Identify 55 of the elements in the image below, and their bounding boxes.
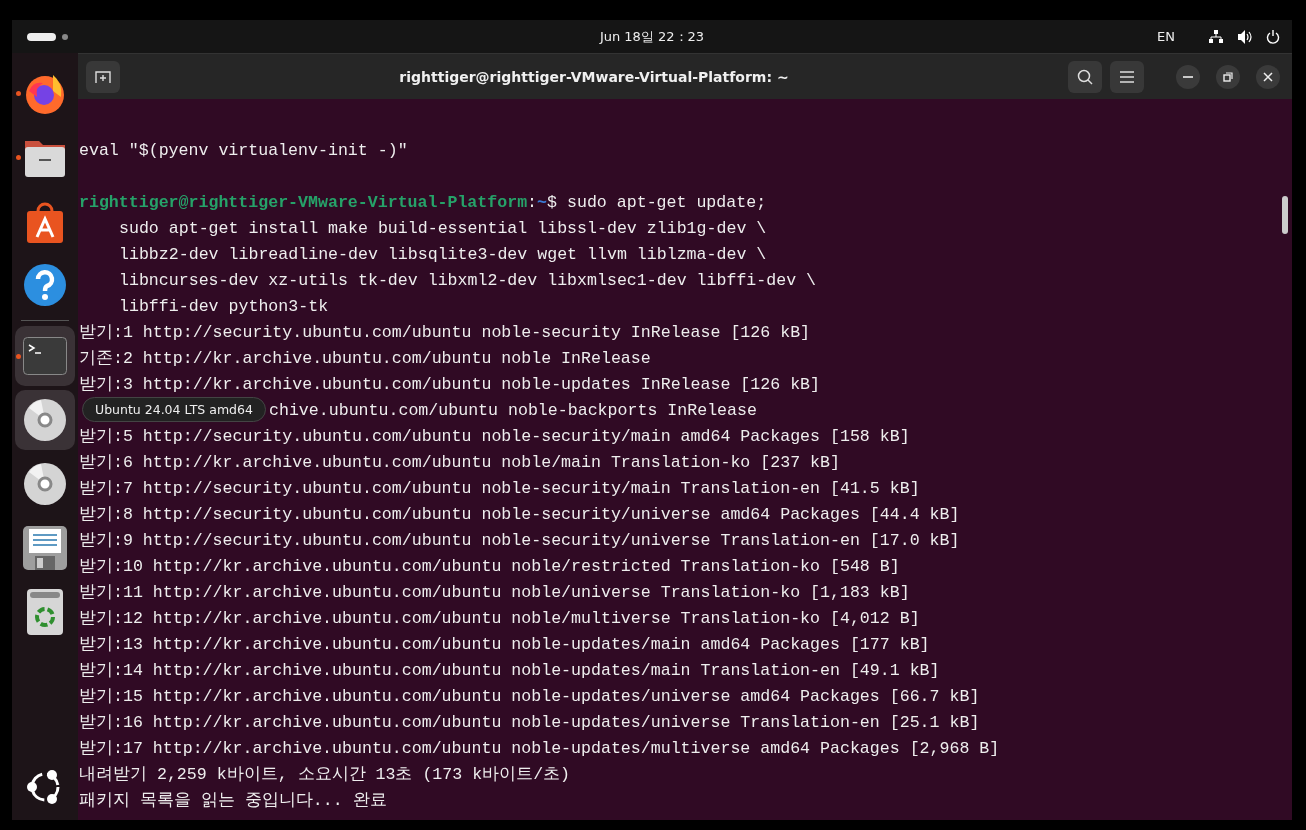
output-line: eval "$(pyenv virtualenv-init -)" [79, 141, 408, 160]
output-line: chive.ubuntu.com/ubuntu noble-backports InRelease [269, 401, 757, 420]
search-icon [1077, 68, 1093, 85]
output-line: 받기:10 http://kr.archive.ubuntu.com/ubuntu noble/restricted Translation-ko [548 B] [79, 557, 900, 576]
menu-button[interactable] [1110, 60, 1144, 93]
output-line: 내려받기 2,259 k바이트, 소요시간 13초 (173 k바이트/초) [79, 765, 571, 784]
output-line: sudo apt-get install make build-essential libssl-dev zlib1g-dev \ [119, 219, 767, 238]
new-tab-button[interactable] [86, 60, 120, 93]
floppy-document-icon[interactable] [23, 526, 67, 570]
disc-icon[interactable] [23, 462, 67, 506]
network-icon[interactable] [1209, 30, 1223, 43]
output-line: libffi-dev python3-tk [119, 297, 329, 316]
close-icon [1263, 71, 1273, 82]
new-tab-icon [95, 69, 111, 84]
output-line: 받기:11 http://kr.archive.ubuntu.com/ubuntu noble/universe Translation-ko [1,183 kB] [79, 583, 910, 602]
output-line: 패키지 목록을 읽는 중입니다... 완료 [79, 791, 387, 810]
prompt-path: ~ [537, 193, 548, 212]
output-line: libbz2-dev libreadline-dev libsqlite3-dev wget llvm liblzma-dev \ [119, 245, 767, 264]
output-line: 받기:7 http://security.ubuntu.com/ubuntu noble-security/main Translation-en [41.5 kB] [79, 479, 920, 498]
window-title: righttiger@righttiger-VMware-Virtual-Platform: ~ [398, 68, 790, 85]
tooltip: Ubuntu 24.04 LTS amd64 [82, 397, 266, 422]
scrollbar-thumb[interactable] [1282, 196, 1288, 234]
minimize-icon [1183, 75, 1193, 78]
output-line: 받기:14 http://kr.archive.ubuntu.com/ubuntu noble-updates/main Translation-en [49.1 kB] [79, 661, 940, 680]
close-button[interactable] [1256, 64, 1280, 89]
language-indicator[interactable]: EN [1157, 29, 1175, 44]
output-line: 기존:2 http://kr.archive.ubuntu.com/ubuntu noble InRelease [79, 349, 651, 368]
disc-icon[interactable] [23, 398, 67, 442]
maximize-button[interactable] [1216, 64, 1240, 89]
menu-icon [1119, 70, 1135, 83]
terminal-icon[interactable] [23, 337, 67, 375]
command-text: $ sudo apt-get update; [547, 193, 767, 212]
output-line: libncurses-dev xz-utils tk-dev libxml2-dev libxmlsec1-dev libffi-dev \ [119, 271, 817, 290]
output-line: 받기:15 http://kr.archive.ubuntu.com/ubuntu noble-updates/universe amd64 Packages [66.7 kB] [79, 687, 980, 706]
output-line: 받기:12 http://kr.archive.ubuntu.com/ubuntu noble/multiverse Translation-ko [4,012 B] [79, 609, 920, 628]
output-line: 받기:8 http://security.ubuntu.com/ubuntu noble-security/universe amd64 Packages [44.4 kB] [79, 505, 960, 524]
dock-item[interactable] [15, 390, 75, 450]
output-line: 받기:6 http://kr.archive.ubuntu.com/ubuntu noble/main Translation-ko [237 kB] [79, 453, 840, 472]
prompt-user-host: righttiger@righttiger-VMware-Virtual-Platform [79, 193, 528, 212]
search-button[interactable] [1068, 60, 1102, 93]
workspace-indicator[interactable] [27, 32, 68, 41]
power-icon[interactable] [1266, 29, 1280, 44]
output-line: 받기:13 http://kr.archive.ubuntu.com/ubuntu noble-updates/main amd64 Packages [177 kB] [79, 635, 930, 654]
clock[interactable]: Jun 18일 22：23 [599, 27, 705, 46]
output-line: 받기:1 http://security.ubuntu.com/ubuntu noble-security InRelease [126 kB] [79, 323, 811, 342]
output-line: 받기:9 http://security.ubuntu.com/ubuntu noble-security/universe Translation-en [17.0 kB] [79, 531, 960, 550]
question-mark-icon[interactable] [23, 263, 67, 307]
output-line: 받기:16 http://kr.archive.ubuntu.com/ubuntu noble-updates/universe Translation-en [25.1 kB] [79, 713, 980, 732]
output-line: 받기:17 http://kr.archive.ubuntu.com/ubuntu noble-updates/multiverse amd64 Packages [2,968 B] [79, 739, 1000, 758]
output-line: 받기:5 http://security.ubuntu.com/ubuntu noble-security/main amd64 Packages [158 kB] [79, 427, 910, 446]
minimize-button[interactable] [1176, 64, 1200, 89]
prompt-separator: : [527, 193, 538, 212]
output-line: 받기:3 http://kr.archive.ubuntu.com/ubuntu noble-updates InRelease [126 kB] [79, 375, 820, 394]
volume-icon[interactable] [1237, 29, 1252, 44]
restore-icon [1223, 71, 1233, 82]
